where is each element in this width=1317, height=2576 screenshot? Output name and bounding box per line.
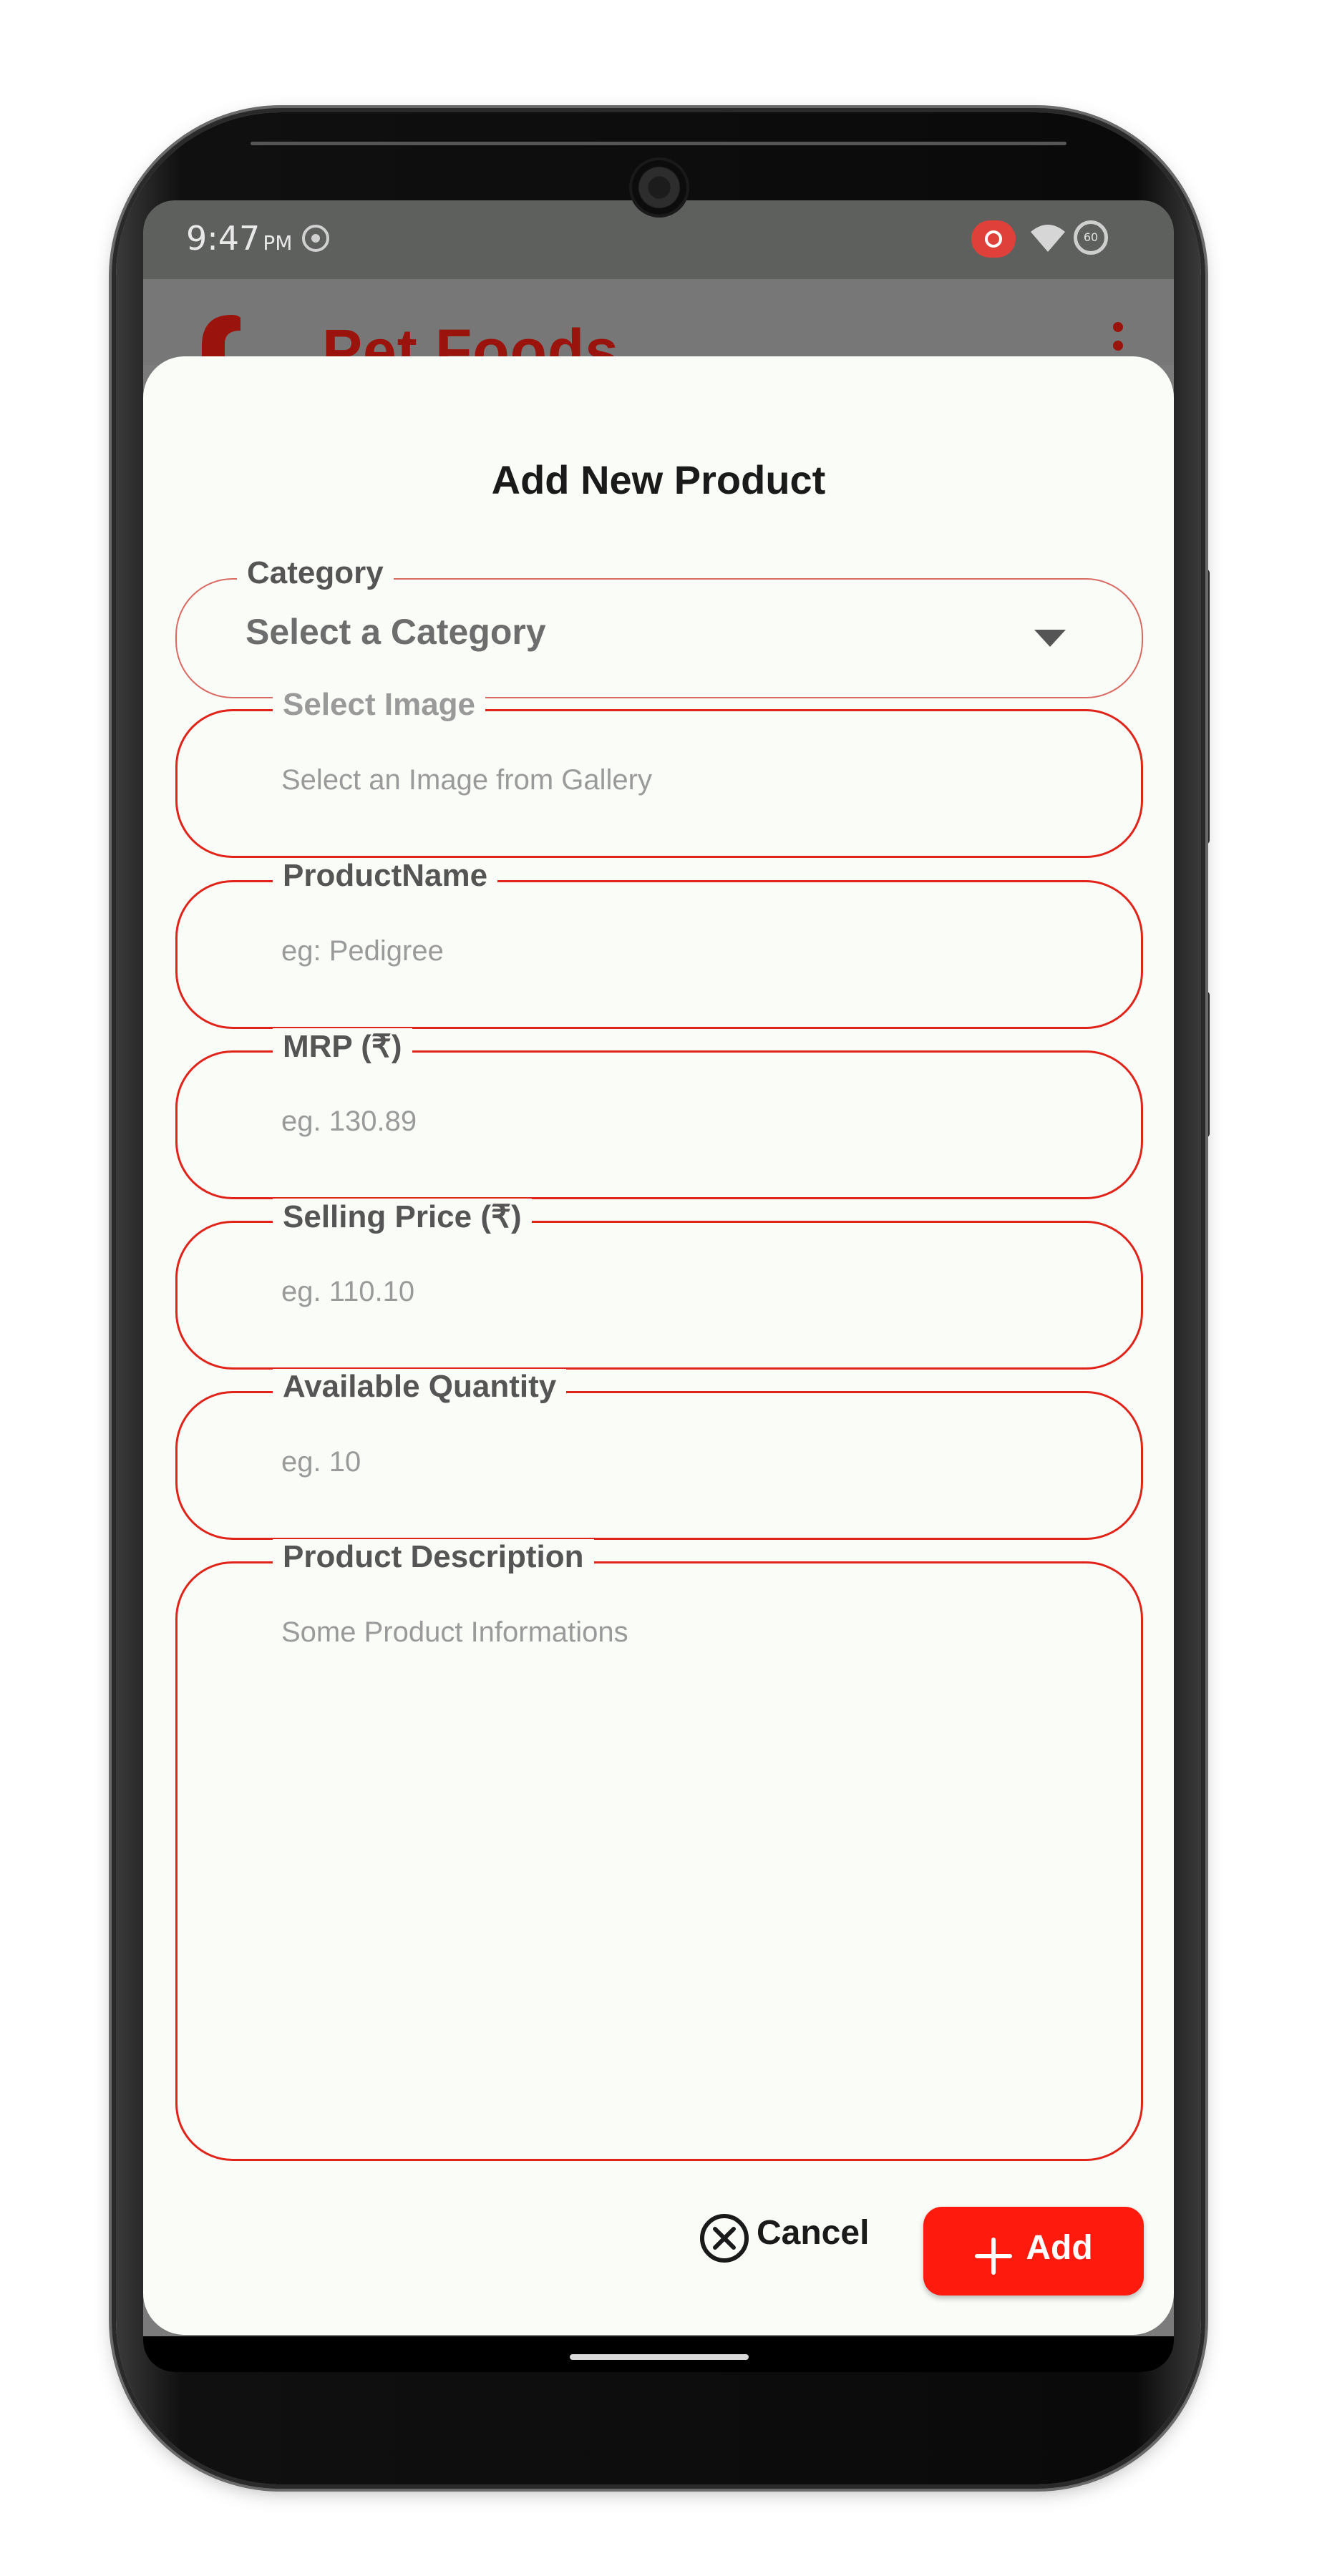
selling-price-placeholder: eg. 110.10 (281, 1276, 415, 1307)
add-label: Add (1026, 2228, 1093, 2267)
app-bar: Pet Foods (143, 279, 1174, 384)
recording-indicator-icon (971, 220, 1016, 258)
plus-icon (975, 2238, 1013, 2275)
dropdown-arrow-icon (1034, 630, 1066, 647)
product-description-placeholder: Some Product Informations (281, 1616, 628, 1648)
front-camera (632, 160, 686, 215)
product-description-label: Product Description (273, 1539, 594, 1575)
mrp-label: MRP (₹) (273, 1028, 412, 1065)
selling-price-label: Selling Price (₹) (273, 1199, 532, 1235)
add-product-dialog: Add New Product Category Select a Catego… (143, 356, 1174, 2335)
status-time-value: 9:47 (186, 219, 261, 258)
phone-side-button (1200, 991, 1210, 1138)
earpiece (251, 142, 1066, 145)
cancel-label: Cancel (757, 2213, 870, 2252)
battery-level: 60 (1083, 230, 1099, 244)
product-name-field[interactable]: ProductName eg: Pedigree (175, 858, 1143, 1029)
product-name-placeholder: eg: Pedigree (281, 935, 444, 967)
wifi-icon (1031, 225, 1065, 252)
select-image-placeholder: Select an Image from Gallery (281, 764, 652, 796)
product-name-label: ProductName (273, 858, 498, 894)
mrp-field[interactable]: MRP (₹) eg. 130.89 (175, 1028, 1143, 1199)
available-quantity-placeholder: eg. 10 (281, 1446, 361, 1478)
status-time: 9:47 PM (186, 219, 292, 258)
phone-screen: 9:47 PM 60 Pet Foods Add New Product Cate… (143, 200, 1174, 2372)
category-label: Category (237, 555, 394, 591)
home-gesture-handle[interactable] (570, 2354, 749, 2360)
category-dropdown[interactable]: Category Select a Category (175, 555, 1143, 698)
mrp-placeholder: eg. 130.89 (281, 1106, 417, 1137)
add-button[interactable]: Add (923, 2207, 1144, 2296)
available-quantity-field[interactable]: Available Quantity eg. 10 (175, 1369, 1143, 1540)
selling-price-field[interactable]: Selling Price (₹) eg. 110.10 (175, 1199, 1143, 1370)
available-quantity-label: Available Quantity (273, 1369, 567, 1405)
select-image-label: Select Image (273, 687, 486, 723)
product-description-field[interactable]: Product Description Some Product Informa… (175, 1539, 1143, 2161)
cancel-circle-x-icon (700, 2214, 749, 2263)
battery-icon: 60 (1074, 220, 1108, 255)
screen-record-icon (302, 225, 329, 252)
phone-side-button (1200, 569, 1210, 844)
select-image-field[interactable]: Select Image Select an Image from Galler… (175, 687, 1143, 858)
dialog-title: Add New Product (491, 457, 826, 502)
category-selected-value: Select a Category (246, 612, 546, 652)
cancel-button[interactable]: Cancel (698, 2206, 869, 2270)
status-time-ampm: PM (263, 231, 293, 255)
